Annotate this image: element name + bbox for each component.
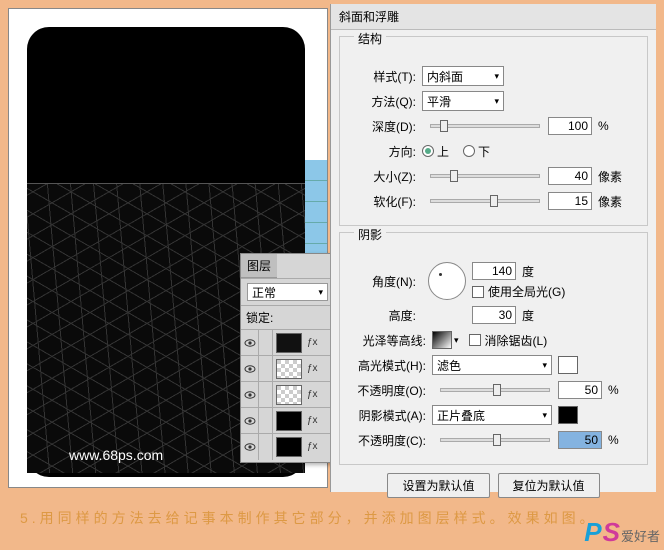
altitude-input[interactable]: 30 [472, 306, 516, 324]
highlight-opacity-label: 不透明度(O): [348, 382, 426, 399]
group-label: 阴影 [354, 226, 386, 243]
visibility-icon[interactable] [241, 330, 259, 356]
site-logo: PS爱好者 [584, 517, 660, 548]
angle-label: 角度(N): [348, 273, 416, 290]
method-select[interactable]: 平滑 [422, 91, 504, 111]
layers-tab[interactable]: 图层 [241, 254, 277, 278]
highlight-mode-select[interactable]: 滤色 [432, 355, 552, 375]
layer-thumb [276, 411, 302, 431]
layer-row[interactable]: ƒx [241, 329, 334, 355]
visibility-icon[interactable] [241, 382, 259, 408]
fx-icon: ƒx [307, 441, 318, 452]
watermark-url: www.68ps.com [69, 447, 163, 463]
shading-group: 阴影 角度(N): 140 度 使用全局光(G) 高度: 30 度 光泽等高线 [339, 232, 648, 465]
reset-default-button[interactable]: 复位为默认值 [498, 473, 600, 498]
shadow-color-swatch[interactable] [558, 406, 578, 424]
size-slider[interactable] [430, 174, 540, 178]
link-cell[interactable] [259, 356, 273, 382]
style-select[interactable]: 内斜面 [422, 66, 504, 86]
angle-unit: 度 [522, 263, 550, 280]
angle-input[interactable]: 140 [472, 262, 516, 280]
angle-control[interactable] [428, 262, 466, 300]
soften-unit: 像素 [598, 193, 626, 210]
gloss-contour-picker[interactable] [432, 331, 452, 349]
link-cell[interactable] [259, 382, 273, 408]
gloss-label: 光泽等高线: [348, 332, 426, 349]
dialog-title: 斜面和浮雕 [331, 4, 656, 30]
global-light-checkbox[interactable] [472, 286, 484, 298]
method-label: 方法(Q): [348, 93, 416, 110]
highlight-opacity-unit: % [608, 383, 636, 397]
depth-label: 深度(D): [348, 118, 416, 135]
fx-icon: ƒx [307, 363, 318, 374]
soften-input[interactable]: 15 [548, 192, 592, 210]
shadow-opacity-label: 不透明度(C): [348, 432, 426, 449]
global-light-label: 使用全局光(G) [488, 283, 565, 300]
visibility-icon[interactable] [241, 356, 259, 382]
soften-label: 软化(F): [348, 193, 416, 210]
fx-icon: ƒx [307, 337, 318, 348]
layer-thumb [276, 385, 302, 405]
layer-thumb [276, 359, 302, 379]
layers-panel: 图层 正常 锁定: ƒx ƒx ƒx ƒx ƒx [240, 253, 335, 463]
make-default-button[interactable]: 设置为默认值 [387, 473, 489, 498]
layer-thumb [276, 333, 302, 353]
altitude-label: 高度: [348, 307, 416, 324]
visibility-icon[interactable] [241, 434, 259, 460]
group-label: 结构 [354, 30, 386, 47]
lock-label: 锁定: [241, 305, 334, 329]
layer-thumb [276, 437, 302, 457]
shadow-opacity-unit: % [608, 433, 636, 447]
link-cell[interactable] [259, 408, 273, 434]
fx-icon: ƒx [307, 389, 318, 400]
shadow-opacity-slider[interactable] [440, 438, 550, 442]
highlight-color-swatch[interactable] [558, 356, 578, 374]
shadow-mode-label: 阴影模式(A): [348, 407, 426, 424]
size-unit: 像素 [598, 168, 626, 185]
size-label: 大小(Z): [348, 168, 416, 185]
antialias-label: 消除锯齿(L) [485, 332, 548, 349]
shadow-mode-select[interactable]: 正片叠底 [432, 405, 552, 425]
direction-down-radio[interactable]: 下 [463, 143, 490, 160]
depth-unit: % [598, 119, 626, 133]
direction-label: 方向: [348, 143, 416, 160]
link-cell[interactable] [259, 434, 273, 460]
highlight-opacity-slider[interactable] [440, 388, 550, 392]
antialias-checkbox[interactable] [469, 334, 481, 346]
fx-icon: ƒx [307, 415, 318, 426]
step-caption: 5.用同样的方法去给记事本制作其它部分，并添加图层样式。效果如图。 [20, 508, 598, 528]
soften-slider[interactable] [430, 199, 540, 203]
depth-input[interactable]: 100 [548, 117, 592, 135]
highlight-mode-label: 高光模式(H): [348, 357, 426, 374]
style-label: 样式(T): [348, 68, 416, 85]
altitude-unit: 度 [522, 307, 550, 324]
layer-row[interactable]: ƒx [241, 433, 334, 459]
layer-row[interactable]: ƒx [241, 381, 334, 407]
layer-row[interactable]: ƒx [241, 355, 334, 381]
link-cell[interactable] [259, 330, 273, 356]
shadow-opacity-input[interactable]: 50 [558, 431, 602, 449]
size-input[interactable]: 40 [548, 167, 592, 185]
layer-style-dialog: 斜面和浮雕 结构 样式(T): 内斜面 方法(Q): 平滑 深度(D): 100… [330, 4, 656, 492]
highlight-opacity-input[interactable]: 50 [558, 381, 602, 399]
depth-slider[interactable] [430, 124, 540, 128]
direction-up-radio[interactable]: 上 [422, 143, 449, 160]
structure-group: 结构 样式(T): 内斜面 方法(Q): 平滑 深度(D): 100 % 方向:… [339, 36, 648, 226]
blend-mode-select[interactable]: 正常 [247, 283, 328, 301]
layer-row[interactable]: ƒx [241, 407, 334, 433]
visibility-icon[interactable] [241, 408, 259, 434]
